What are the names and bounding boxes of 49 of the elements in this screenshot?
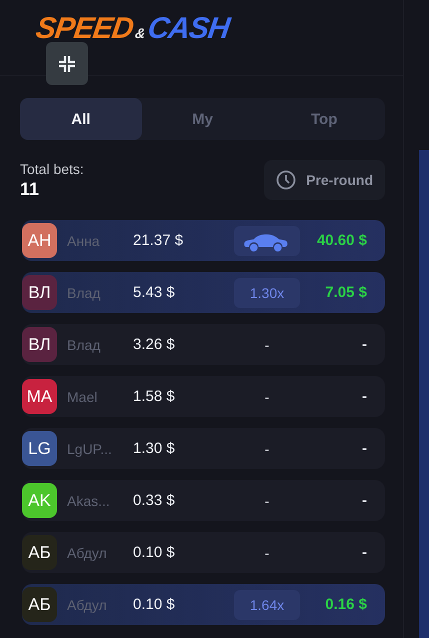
avatar: АБ (22, 535, 57, 570)
payout-amount: - (361, 440, 368, 457)
collapse-icon (57, 54, 77, 74)
player-name: Влад (67, 336, 102, 352)
avatar: АН (22, 223, 57, 258)
multiplier-badge: 1.64x (234, 590, 300, 620)
bet-amount: 0.10 $ (133, 544, 176, 561)
player-name: Анна (67, 232, 101, 248)
bet-amount: 5.43 $ (133, 284, 176, 301)
player-name: Абдул (67, 596, 108, 612)
payout-amount: 0.16 $ (324, 596, 368, 613)
total-bets-label: Total bets: (20, 160, 84, 176)
multiplier: - (264, 544, 270, 560)
bet-amount: 3.26 $ (133, 336, 176, 353)
avatar: LG (22, 431, 57, 466)
tab[interactable]: My (142, 98, 264, 140)
tab[interactable]: Top (263, 98, 386, 140)
avatar: AK (22, 483, 57, 518)
clock-icon (276, 170, 296, 190)
avatar: ВЛ (22, 327, 57, 362)
multiplier: - (264, 336, 270, 352)
payout-amount: 40.60 $ (316, 232, 368, 249)
bet-amount: 0.33 $ (133, 492, 176, 509)
multiplier-badge: 1.30x (234, 278, 300, 308)
multiplier: - (264, 440, 270, 456)
player-name: LgUP... (67, 440, 113, 456)
logo: SPEED&CASH (34, 12, 232, 46)
payout-amount: - (361, 336, 368, 353)
player-name: Влад (67, 284, 102, 300)
player-name: Mael (67, 388, 98, 404)
multiplier: - (264, 388, 270, 404)
avatar: АБ (22, 587, 57, 622)
total-bets-count: 11 (20, 178, 40, 200)
bet-amount: 21.37 $ (133, 232, 184, 249)
bet-amount: 0.10 $ (133, 596, 176, 613)
avatar: MA (22, 379, 57, 414)
round-status: Pre-round (264, 160, 385, 200)
payout-amount: - (361, 544, 368, 561)
collapse-button[interactable] (46, 42, 88, 85)
bet-amount: 1.30 $ (133, 440, 176, 457)
player-name: Абдул (67, 544, 108, 560)
payout-amount: - (361, 388, 368, 405)
tab[interactable]: All (20, 98, 142, 140)
payout-amount: - (361, 492, 368, 509)
player-name: Akas... (67, 492, 111, 508)
avatar: ВЛ (22, 275, 57, 310)
multiplier: - (264, 492, 270, 508)
bet-amount: 1.58 $ (133, 388, 176, 405)
payout-amount: 7.05 $ (324, 284, 368, 301)
